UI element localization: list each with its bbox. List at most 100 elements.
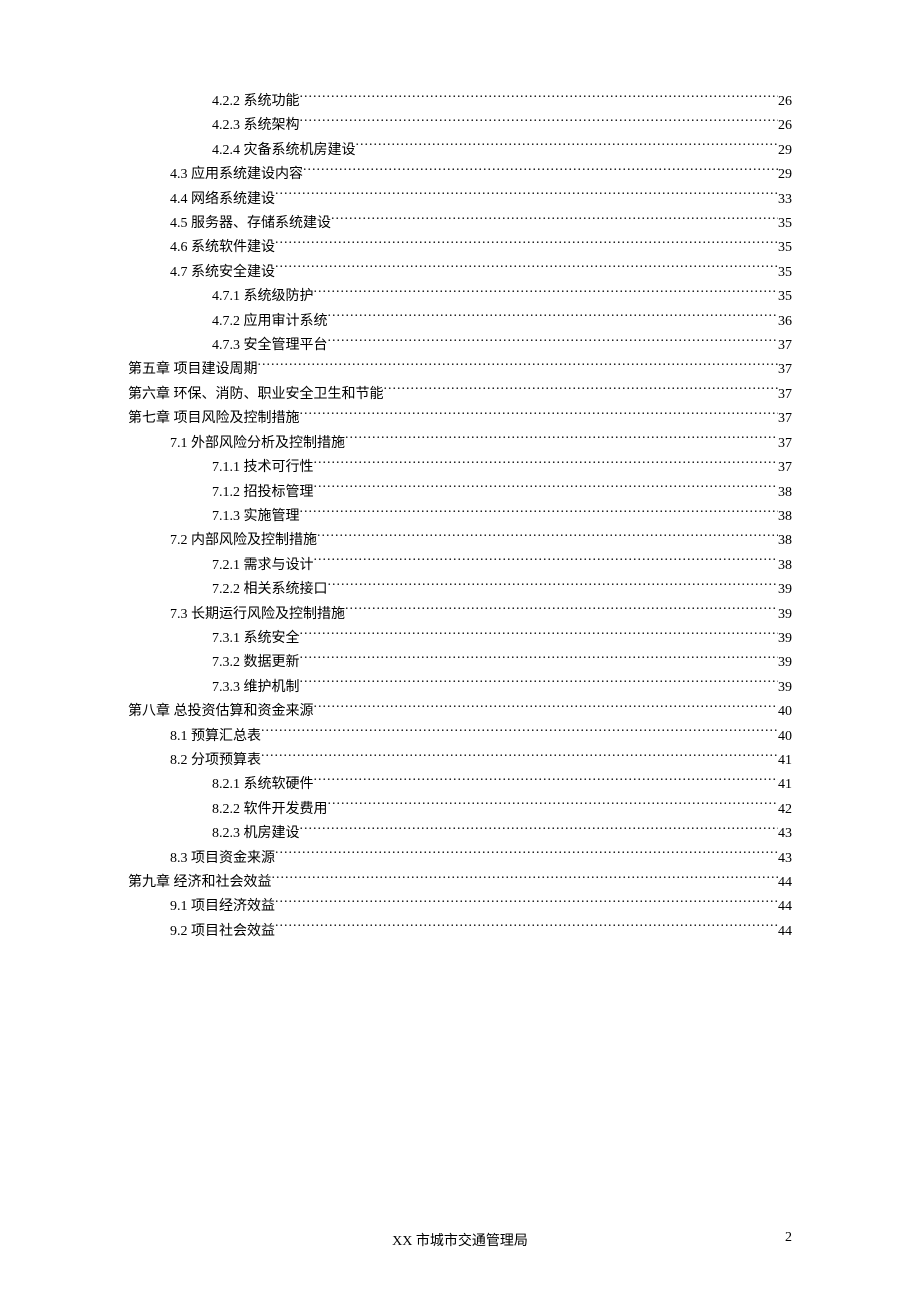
toc-leader-dots (314, 555, 779, 569)
toc-leader-dots (300, 91, 779, 105)
toc-entry[interactable]: 4.2.4 灾备系统机房建设29 (128, 139, 792, 163)
toc-entry-label: 4.6 系统软件建设 (170, 236, 275, 260)
toc-leader-dots (275, 189, 778, 203)
toc-entry-label: 8.2.2 软件开发费用 (212, 798, 328, 822)
toc-entry[interactable]: 第五章 项目建设周期 37 (128, 358, 792, 382)
toc-leader-dots (303, 164, 778, 178)
toc-entry-label: 7.3.3 维护机制 (212, 676, 300, 700)
toc-entry[interactable]: 第六章 环保、消防、职业安全卫生和节能37 (128, 383, 792, 407)
toc-entry-page: 44 (778, 895, 792, 919)
toc-entry-label: 4.2.2 系统功能 (212, 90, 300, 114)
toc-entry-page: 33 (778, 188, 792, 212)
toc-entry-page: 37 (778, 456, 792, 480)
toc-entry[interactable]: 4.7 系统安全建设 35 (128, 261, 792, 285)
toc-entry-page: 40 (778, 700, 792, 724)
toc-entry[interactable]: 7.3 长期运行风险及控制措施39 (128, 603, 792, 627)
toc-entry[interactable]: 7.2 内部风险及控制措施38 (128, 529, 792, 553)
toc-entry[interactable]: 4.2.3 系统架构 26 (128, 114, 792, 138)
toc-entry-label: 4.2.4 灾备系统机房建设 (212, 139, 356, 163)
toc-entry[interactable]: 8.1 预算汇总表40 (128, 725, 792, 749)
toc-entry[interactable]: 4.5 服务器、存储系统建设 35 (128, 212, 792, 236)
toc-leader-dots (314, 701, 779, 715)
toc-entry-page: 41 (778, 773, 792, 797)
toc-entry-label: 第五章 项目建设周期 (128, 358, 258, 382)
toc-entry[interactable]: 7.3.1 系统安全39 (128, 627, 792, 651)
toc-entry[interactable]: 9.1 项目经济效益 44 (128, 895, 792, 919)
toc-leader-dots (275, 237, 778, 251)
toc-entry[interactable]: 4.7.2 应用审计系统 36 (128, 310, 792, 334)
toc-leader-dots (345, 604, 778, 618)
toc-entry-label: 第九章 经济和社会效益 (128, 871, 272, 895)
toc-entry-label: 7.3 长期运行风险及控制措施 (170, 603, 345, 627)
toc-entry-page: 39 (778, 651, 792, 675)
toc-entry-page: 35 (778, 261, 792, 285)
toc-entry-page: 39 (778, 676, 792, 700)
toc-entry-label: 4.3 应用系统建设内容 (170, 163, 303, 187)
toc-leader-dots (300, 408, 779, 422)
toc-entry-label: 4.7.1 系统级防护 (212, 285, 314, 309)
toc-entry-page: 39 (778, 578, 792, 602)
toc-leader-dots (328, 799, 779, 813)
toc-entry-page: 26 (778, 114, 792, 138)
toc-entry[interactable]: 8.2.1 系统软硬件41 (128, 773, 792, 797)
toc-entry-label: 4.2.3 系统架构 (212, 114, 300, 138)
toc-entry[interactable]: 9.2 项目社会效益44 (128, 920, 792, 944)
toc-entry[interactable]: 8.3 项目资金来源43 (128, 847, 792, 871)
toc-entry-page: 44 (778, 871, 792, 895)
toc-entry[interactable]: 7.1 外部风险分析及控制措施37 (128, 432, 792, 456)
toc-entry-label: 8.2.3 机房建设 (212, 822, 300, 846)
toc-entry[interactable]: 4.3 应用系统建设内容29 (128, 163, 792, 187)
toc-leader-dots (272, 872, 779, 886)
toc-entry[interactable]: 7.2.1 需求与设计38 (128, 554, 792, 578)
toc-entry-label: 7.2.2 相关系统接口 (212, 578, 328, 602)
toc-entry[interactable]: 4.2.2 系统功能 26 (128, 90, 792, 114)
toc-entry-page: 35 (778, 285, 792, 309)
toc-entry[interactable]: 4.6 系统软件建设 35 (128, 236, 792, 260)
toc-entry[interactable]: 7.1.1 技术可行性 37 (128, 456, 792, 480)
toc-entry-page: 43 (778, 822, 792, 846)
toc-entry-label: 4.7 系统安全建设 (170, 261, 275, 285)
toc-entry-label: 4.4 网络系统建设 (170, 188, 275, 212)
toc-entry-label: 7.1.1 技术可行性 (212, 456, 314, 480)
toc-entry[interactable]: 8.2.3 机房建设 43 (128, 822, 792, 846)
toc-entry[interactable]: 8.2 分项预算表41 (128, 749, 792, 773)
toc-entry-page: 35 (778, 236, 792, 260)
toc-entry[interactable]: 7.1.3 实施管理 38 (128, 505, 792, 529)
toc-entry[interactable]: 第九章 经济和社会效益 44 (128, 871, 792, 895)
toc-entry-label: 4.5 服务器、存储系统建设 (170, 212, 331, 236)
toc-entry-label: 7.1.3 实施管理 (212, 505, 300, 529)
toc-entry-page: 37 (778, 358, 792, 382)
toc-leader-dots (261, 750, 778, 764)
toc-entry-page: 36 (778, 310, 792, 334)
toc-entry[interactable]: 第七章 项目风险及控制措施37 (128, 407, 792, 431)
toc-entry-label: 9.1 项目经济效益 (170, 895, 275, 919)
toc-leader-dots (356, 140, 779, 154)
toc-entry[interactable]: 4.4 网络系统建设 33 (128, 188, 792, 212)
toc-entry-label: 4.7.3 安全管理平台 (212, 334, 328, 358)
toc-entry-label: 4.7.2 应用审计系统 (212, 310, 328, 334)
toc-leader-dots (300, 628, 779, 642)
toc-leader-dots (258, 359, 779, 373)
toc-leader-dots (314, 482, 779, 496)
toc-entry-label: 7.2.1 需求与设计 (212, 554, 314, 578)
toc-entry-page: 35 (778, 212, 792, 236)
toc-entry[interactable]: 7.3.3 维护机制 39 (128, 676, 792, 700)
toc-entry-page: 26 (778, 90, 792, 114)
toc-entry-page: 37 (778, 334, 792, 358)
toc-entry[interactable]: 7.3.2 数据更新39 (128, 651, 792, 675)
toc-leader-dots (328, 311, 779, 325)
toc-entry[interactable]: 8.2.2 软件开发费用42 (128, 798, 792, 822)
toc-entry-label: 第八章 总投资估算和资金来源 (128, 700, 314, 724)
toc-leader-dots (300, 823, 779, 837)
toc-entry[interactable]: 4.7.3 安全管理平台 37 (128, 334, 792, 358)
toc-entry[interactable]: 4.7.1 系统级防护 35 (128, 285, 792, 309)
toc-leader-dots (275, 921, 778, 935)
toc-entry[interactable]: 7.1.2 招投标管理38 (128, 481, 792, 505)
toc-entry[interactable]: 7.2.2 相关系统接口 39 (128, 578, 792, 602)
toc-entry-label: 第七章 项目风险及控制措施 (128, 407, 300, 431)
toc-entry-page: 38 (778, 505, 792, 529)
toc-entry-label: 9.2 项目社会效益 (170, 920, 275, 944)
toc-leader-dots (300, 677, 779, 691)
toc-entry[interactable]: 第八章 总投资估算和资金来源 40 (128, 700, 792, 724)
toc-entry-page: 38 (778, 481, 792, 505)
